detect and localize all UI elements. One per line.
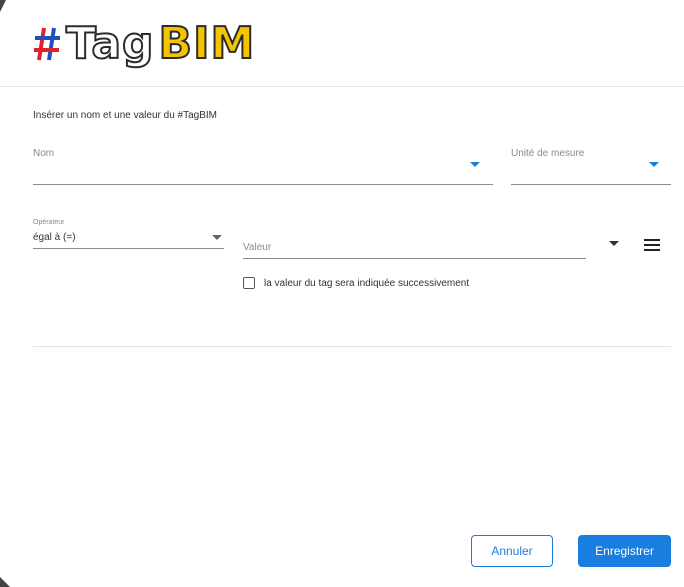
unite-underline [511, 184, 671, 185]
cancel-button[interactable]: Annuler [471, 535, 553, 567]
unite-dropdown-icon[interactable] [649, 162, 659, 167]
logo-bim-text: BIM [158, 18, 256, 69]
successive-value-label[interactable]: la valeur du tag sera indiquée successiv… [264, 278, 469, 289]
operateur-label: Opérateur [33, 219, 65, 226]
nom-label: Nom [33, 148, 55, 159]
logo-tag-text: Tag [65, 18, 155, 69]
valeur-placeholder: Valeur [243, 242, 272, 253]
dialog-header: Tag BIM [0, 0, 684, 87]
operateur-dropdown-icon[interactable] [212, 235, 222, 240]
unite-label: Unité de mesure [511, 148, 585, 159]
save-button[interactable]: Enregistrer [578, 535, 671, 567]
valeur-dropdown-icon[interactable] [609, 241, 619, 246]
instruction-text: Insérer un nom et une valeur du #TagBIM [33, 110, 217, 121]
successive-value-checkbox[interactable] [243, 277, 255, 289]
valeur-underline [243, 258, 586, 259]
operateur-underline [33, 248, 224, 249]
nom-underline [33, 184, 493, 185]
operateur-value: égal à (=) [33, 232, 76, 243]
hamburger-menu-icon[interactable] [644, 239, 660, 251]
window-corner-bottom [0, 577, 10, 587]
tagbim-logo: Tag BIM [32, 16, 255, 72]
section-divider [33, 346, 671, 347]
nom-dropdown-icon[interactable] [470, 162, 480, 167]
tag-dialog: Tag BIM Insérer un nom et une valeur du #… [0, 0, 684, 587]
hash-logo-icon [34, 27, 60, 61]
